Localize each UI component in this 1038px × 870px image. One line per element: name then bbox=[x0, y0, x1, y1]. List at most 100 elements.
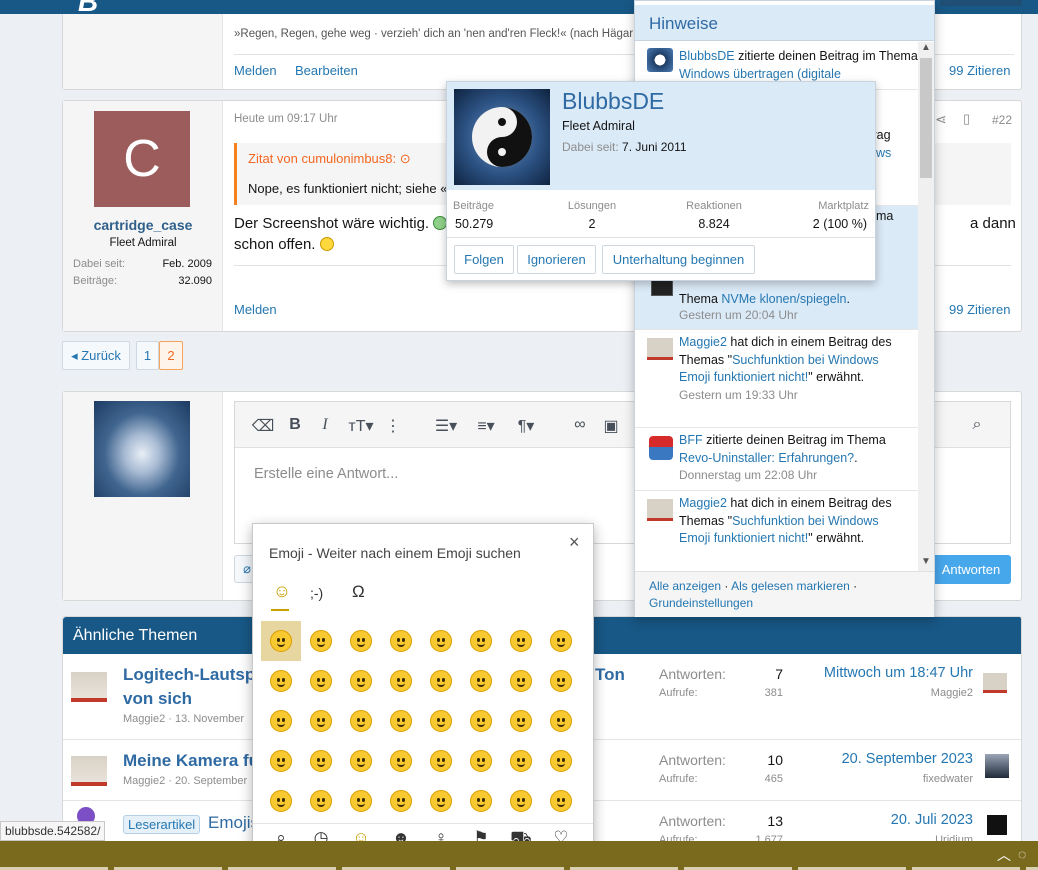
emoji-cell[interactable] bbox=[461, 621, 501, 661]
eraser-icon[interactable]: ⌫ bbox=[251, 416, 275, 436]
emoji-cell[interactable] bbox=[261, 701, 301, 741]
thread-title[interactable]: Meine Kamera fu bbox=[123, 751, 259, 771]
emoji-cell[interactable] bbox=[501, 781, 541, 821]
list-icon[interactable]: ☰▾ bbox=[429, 416, 463, 436]
emoji-cell[interactable] bbox=[341, 661, 381, 701]
emoji-cell[interactable] bbox=[501, 741, 541, 781]
profile-avatar[interactable] bbox=[454, 89, 550, 185]
image-icon[interactable]: ▣ bbox=[599, 416, 623, 436]
avatar[interactable] bbox=[94, 401, 190, 497]
notification-link[interactable]: NVMe klonen/spiegeln bbox=[721, 292, 846, 306]
thread-title-line2[interactable]: von sich bbox=[123, 689, 192, 709]
profile-name[interactable]: BlubbsDE bbox=[562, 88, 664, 115]
emoji-cell[interactable] bbox=[461, 741, 501, 781]
stat-value[interactable]: 8.824 bbox=[669, 217, 759, 231]
more-icon[interactable]: ⋮ bbox=[381, 416, 405, 436]
mark-read-link[interactable]: Als gelesen markieren bbox=[731, 579, 850, 593]
align-icon[interactable]: ≡▾ bbox=[469, 416, 503, 436]
emoji-cell[interactable] bbox=[261, 781, 301, 821]
italic-icon[interactable]: I bbox=[313, 416, 337, 434]
bookmark-icon[interactable]: ▯ bbox=[963, 111, 970, 127]
emoji-cell[interactable] bbox=[341, 781, 381, 821]
stat-value[interactable]: 2 (100 %) bbox=[813, 217, 867, 231]
start-conversation-button[interactable]: Unterhaltung beginnen bbox=[602, 245, 755, 274]
ignore-button[interactable]: Ignorieren bbox=[517, 245, 596, 274]
emoji-cell[interactable] bbox=[541, 701, 581, 741]
emoji-cell[interactable] bbox=[421, 781, 461, 821]
notification-user[interactable]: BlubbsDE bbox=[679, 49, 735, 63]
notifications-scrollbar[interactable]: ▲ ▼ bbox=[918, 42, 934, 571]
paragraph-icon[interactable]: ¶▾ bbox=[509, 416, 543, 436]
emoji-cell[interactable] bbox=[541, 661, 581, 701]
emoji-cell[interactable] bbox=[421, 621, 461, 661]
stat-value[interactable]: 2 bbox=[547, 217, 637, 231]
stat-value[interactable]: 50.279 bbox=[455, 217, 493, 231]
scroll-down-icon[interactable]: ▼ bbox=[921, 556, 931, 567]
emoji-cell[interactable] bbox=[341, 621, 381, 661]
notification-item[interactable]: Maggie2 hat dich in einem Beitrag des Th… bbox=[635, 491, 918, 570]
emoji-tab-smileys[interactable]: ☺ bbox=[271, 581, 293, 602]
preview-icon[interactable]: ⌕ bbox=[965, 416, 989, 434]
bold-icon[interactable]: B bbox=[283, 416, 307, 434]
share-icon[interactable]: ⋖ bbox=[935, 111, 947, 128]
back-button[interactable]: ◂ Zurück bbox=[62, 341, 130, 370]
report-link[interactable]: Melden bbox=[234, 63, 277, 78]
emoji-cell[interactable] bbox=[301, 621, 341, 661]
author-avatar[interactable] bbox=[71, 672, 107, 702]
post-number[interactable]: #22 bbox=[992, 113, 1012, 127]
emoji-cell[interactable] bbox=[541, 741, 581, 781]
chat-icon[interactable]: ◌ bbox=[1018, 846, 1026, 862]
emoji-cell[interactable] bbox=[301, 661, 341, 701]
emoji-cell[interactable] bbox=[461, 781, 501, 821]
notification-item[interactable]: BFF zitierte deinen Beitrag im Thema Rev… bbox=[635, 428, 918, 491]
last-user-avatar[interactable] bbox=[987, 815, 1007, 835]
emoji-cell[interactable] bbox=[301, 701, 341, 741]
emoji-cell[interactable] bbox=[301, 781, 341, 821]
last-post-date[interactable]: 20. Juli 2023 bbox=[803, 812, 973, 828]
emoji-cell[interactable] bbox=[381, 621, 421, 661]
emoji-cell[interactable] bbox=[501, 661, 541, 701]
emoji-cell[interactable] bbox=[381, 701, 421, 741]
notification-link[interactable]: Windows übertragen (digitale bbox=[679, 67, 841, 81]
text-size-icon[interactable]: ᴛT▾ bbox=[341, 416, 381, 436]
edit-link[interactable]: Bearbeiten bbox=[295, 63, 358, 78]
emoji-cell[interactable] bbox=[541, 621, 581, 661]
emoji-tab-symbols[interactable]: Ω bbox=[352, 582, 365, 602]
scroll-thumb[interactable] bbox=[920, 58, 932, 178]
emoji-cell[interactable] bbox=[461, 661, 501, 701]
follow-button[interactable]: Folgen bbox=[454, 245, 514, 274]
emoji-cell[interactable] bbox=[421, 741, 461, 781]
avatar[interactable]: C bbox=[94, 111, 190, 207]
username[interactable]: cartridge_case bbox=[63, 217, 223, 233]
notification-user[interactable]: Maggie2 bbox=[679, 496, 727, 510]
emoji-cell[interactable] bbox=[501, 701, 541, 741]
preferences-link[interactable]: Grundeinstellungen bbox=[649, 596, 753, 610]
emoji-cell[interactable] bbox=[341, 701, 381, 741]
emoji-cell[interactable] bbox=[381, 661, 421, 701]
submit-reply-button[interactable]: Antworten bbox=[931, 555, 1011, 584]
thread-title-tail[interactable]: Ton bbox=[595, 665, 625, 685]
notification-link[interactable]: Revo-Uninstaller: Erfahrungen? bbox=[679, 451, 854, 465]
quote-link[interactable]: 99 Zitieren bbox=[949, 63, 1010, 78]
emoji-cell[interactable] bbox=[261, 741, 301, 781]
scroll-up-icon[interactable]: ▲ bbox=[921, 42, 931, 53]
emoji-cell[interactable] bbox=[261, 661, 301, 701]
last-user-avatar[interactable] bbox=[985, 754, 1009, 778]
show-all-link[interactable]: Alle anzeigen bbox=[649, 579, 721, 593]
thread-title[interactable]: Logitech-Lautspr bbox=[123, 665, 262, 685]
user-avatar[interactable] bbox=[647, 48, 673, 72]
emoji-cell[interactable] bbox=[381, 781, 421, 821]
user-avatar[interactable] bbox=[647, 338, 673, 360]
emoji-cell[interactable] bbox=[421, 701, 461, 741]
emoji-cell[interactable] bbox=[381, 741, 421, 781]
thread-prefix[interactable]: Leserartikel bbox=[123, 815, 201, 834]
page-1-button[interactable]: 1 bbox=[136, 341, 159, 370]
close-icon[interactable]: × bbox=[569, 532, 580, 553]
page-2-button[interactable]: 2 bbox=[159, 341, 183, 370]
user-avatar[interactable] bbox=[649, 436, 673, 460]
emoji-tab-kaomoji[interactable]: ;-) bbox=[310, 585, 323, 601]
emoji-cell[interactable] bbox=[341, 741, 381, 781]
emoji-cell[interactable] bbox=[461, 701, 501, 741]
user-avatar[interactable] bbox=[651, 280, 673, 296]
notification-user[interactable]: BFF bbox=[679, 433, 703, 447]
